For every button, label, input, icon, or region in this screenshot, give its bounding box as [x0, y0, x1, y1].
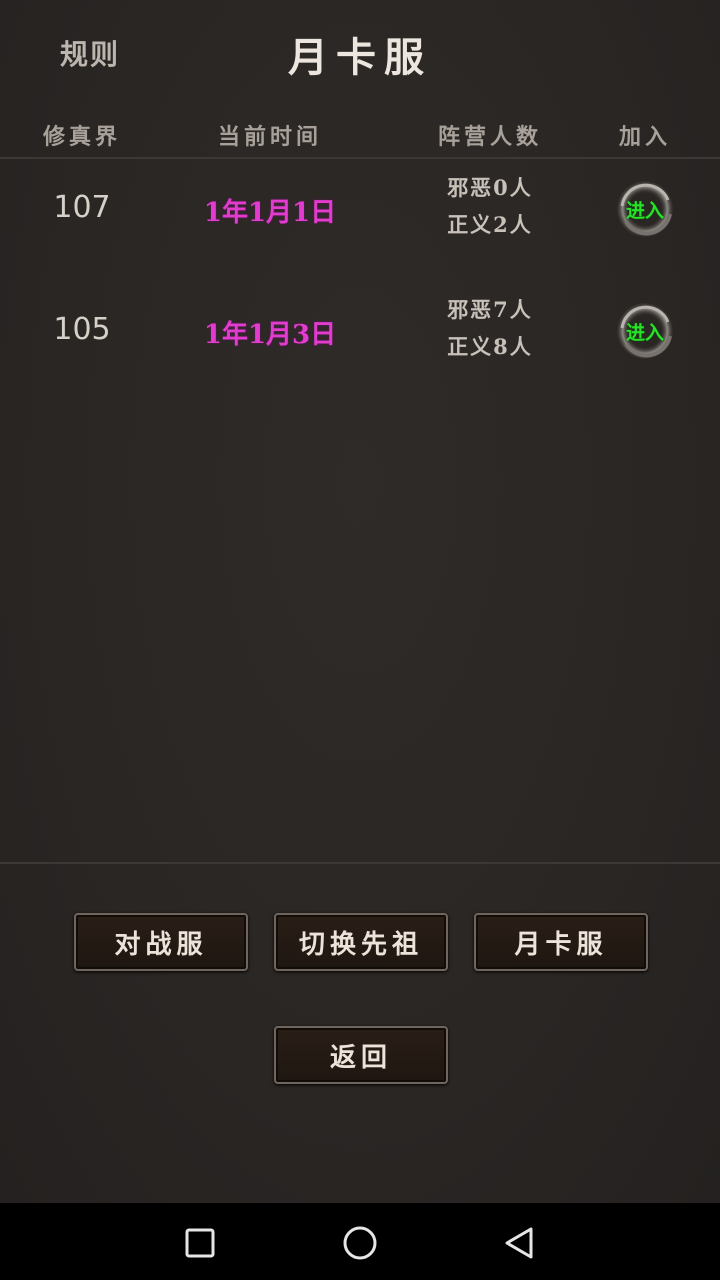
- faction-count: 邪恶0人 正义2人: [410, 166, 570, 246]
- rules-button[interactable]: 规则: [40, 28, 140, 78]
- faction-count: 邪恶7人 正义8人: [410, 288, 570, 368]
- header-divider: [0, 157, 720, 159]
- current-time: 1年1月1日: [203, 197, 337, 228]
- enter-label: 进入: [625, 199, 664, 222]
- column-header-realm: 修真界: [42, 124, 121, 150]
- month-card-server-button[interactable]: 月卡服: [474, 913, 648, 971]
- evil-count: 邪恶0人: [447, 175, 533, 200]
- current-time: 1年1月3日: [203, 319, 337, 350]
- column-header-time: 当前时间: [217, 124, 322, 150]
- page-title: 月卡服: [288, 34, 432, 81]
- enter-label: 进入: [625, 321, 664, 344]
- pvp-server-button[interactable]: 对战服: [74, 913, 248, 971]
- server-row: 107 1年1月1日 邪恶0人 正义2人 进入: [0, 160, 720, 260]
- evil-count: 邪恶7人: [447, 297, 533, 322]
- recents-icon[interactable]: [178, 1221, 222, 1265]
- game-screen: 规则 月卡服 修真界 当前时间 阵营人数 加入 107 1年1月1日 邪恶0人 …: [0, 0, 720, 1203]
- home-icon[interactable]: [338, 1221, 382, 1265]
- switch-ancestor-button[interactable]: 切换先祖: [274, 913, 448, 971]
- footer-divider: [0, 862, 720, 864]
- realm-number: 105: [53, 311, 111, 347]
- system-navigation-bar: [0, 1203, 720, 1280]
- back-icon[interactable]: [498, 1221, 542, 1265]
- column-header-faction-count: 阵营人数: [437, 124, 542, 150]
- back-button[interactable]: 返回: [274, 1026, 448, 1084]
- server-row: 105 1年1月3日 邪恶7人 正义8人 进入: [0, 282, 720, 382]
- righteous-count: 正义2人: [447, 212, 533, 237]
- realm-number: 107: [53, 189, 111, 225]
- column-header-join: 加入: [618, 124, 671, 150]
- enter-button[interactable]: 进入: [612, 300, 678, 362]
- enter-button[interactable]: 进入: [612, 178, 678, 240]
- righteous-count: 正义8人: [447, 334, 533, 359]
